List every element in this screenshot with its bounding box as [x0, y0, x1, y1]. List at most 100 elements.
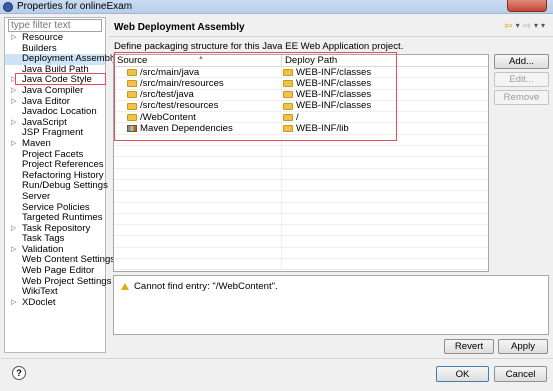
- help-icon[interactable]: ?: [12, 366, 26, 380]
- deploy-path: WEB-INF/lib: [296, 123, 349, 134]
- tree-item-label: JavaScript: [22, 116, 67, 128]
- tree-item[interactable]: JSP Fragment: [5, 128, 105, 139]
- empty-table-row: [114, 202, 488, 214]
- expand-arrow-icon[interactable]: ▷: [11, 118, 16, 129]
- empty-table-row: [114, 146, 488, 158]
- view-menu-icon[interactable]: ▾: [541, 21, 545, 32]
- empty-cell: [114, 134, 282, 146]
- source-cell: /src/test/java: [114, 89, 282, 100]
- page-header: Web Deployment Assembly ⇦ ▾ ⇨ ▾ ▾: [109, 17, 553, 37]
- tree-item-label: Javadoc Location: [22, 106, 97, 118]
- empty-cell: [114, 259, 282, 270]
- table-row[interactable]: /src/test/java WEB-INF/classes: [114, 89, 488, 101]
- table-row[interactable]: /src/main/resources WEB-INF/classes: [114, 78, 488, 90]
- table-row[interactable]: /WebContent /: [114, 112, 488, 124]
- tree-item-label: Deployment Assembly: [22, 53, 117, 65]
- empty-table-row: [114, 225, 488, 237]
- tree-item-label: Run/Debug Settings: [22, 180, 108, 192]
- empty-cell: [114, 247, 282, 259]
- folder-icon: [127, 113, 137, 121]
- empty-table-row: [114, 259, 488, 271]
- tree-item-label: Builders: [22, 42, 57, 54]
- deploy-cell: WEB-INF/lib: [282, 123, 488, 134]
- folder-icon: [283, 125, 293, 133]
- forward-arrow-icon[interactable]: ⇨: [523, 21, 531, 32]
- column-header-source-label: Source: [117, 55, 148, 66]
- tree-item[interactable]: ▷ XDoclet: [5, 297, 105, 309]
- revert-button[interactable]: Revert: [444, 339, 494, 354]
- deploy-path: WEB-INF/classes: [296, 67, 372, 78]
- empty-cell: [282, 135, 488, 145]
- empty-cell: [114, 213, 282, 225]
- folder-icon: [283, 91, 293, 99]
- problem-item: Cannot find entry: "/WebContent".: [121, 281, 278, 292]
- back-arrow-icon[interactable]: ⇦: [504, 21, 512, 32]
- filter-input[interactable]: [8, 19, 102, 32]
- eclipse-icon: [3, 1, 13, 12]
- tree-item-label: Maven: [22, 137, 51, 149]
- remove-button[interactable]: Remove: [494, 90, 549, 105]
- expand-arrow-icon[interactable]: ▷: [11, 245, 16, 256]
- footer-divider: [0, 358, 553, 359]
- properties-page: Web Deployment Assembly ⇦ ▾ ⇨ ▾ ▾ Define…: [109, 17, 553, 353]
- empty-cell: [282, 248, 488, 258]
- deploy-cell: WEB-INF/classes: [282, 67, 488, 77]
- table-row[interactable]: /src/test/resources WEB-INF/classes: [114, 100, 488, 113]
- expand-arrow-icon[interactable]: ▷: [11, 224, 16, 235]
- deployment-table[interactable]: Source ▲ Deploy Path /src/main/java WEB-I…: [113, 54, 489, 272]
- back-dropdown-icon[interactable]: ▾: [516, 21, 520, 32]
- empty-table-row: [114, 157, 488, 169]
- ok-button[interactable]: OK: [436, 366, 489, 382]
- expand-arrow-icon[interactable]: ▷: [11, 86, 16, 97]
- sort-caret-icon: ▲: [198, 55, 204, 61]
- library-icon: [127, 125, 137, 133]
- source-path: /src/test/java: [140, 89, 194, 100]
- selection-highlight-box: [15, 73, 106, 85]
- table-row[interactable]: Maven Dependencies WEB-INF/lib: [114, 123, 488, 135]
- tree-item-label: Project Facets: [22, 148, 84, 160]
- window-close-button[interactable]: [507, 0, 547, 12]
- apply-button[interactable]: Apply: [498, 339, 548, 354]
- page-navigation: ⇦ ▾ ⇨ ▾ ▾: [504, 21, 545, 32]
- tree-item-label: Task Repository: [22, 222, 91, 234]
- cancel-button[interactable]: Cancel: [494, 366, 547, 382]
- column-header-deploy-path[interactable]: Deploy Path: [282, 55, 488, 66]
- title-bar: Properties for onlineExam: [0, 0, 553, 14]
- empty-table-row: [114, 213, 488, 226]
- column-header-source[interactable]: Source ▲: [114, 55, 282, 66]
- expand-arrow-icon[interactable]: ▷: [11, 298, 16, 309]
- tree-item-label: Resource: [22, 32, 64, 43]
- tree-item-label: Web Page Editor: [22, 265, 95, 277]
- forward-dropdown-icon[interactable]: ▾: [534, 21, 538, 32]
- empty-cell: [282, 191, 488, 201]
- tree-item-label: Project References: [22, 159, 104, 171]
- problems-panel: Cannot find entry: "/WebContent".: [113, 275, 549, 335]
- edit-button[interactable]: Edit...: [494, 72, 549, 87]
- empty-cell: [114, 191, 282, 202]
- empty-cell: [282, 157, 488, 167]
- problem-message: Cannot find entry: "/WebContent".: [134, 281, 278, 292]
- empty-cell: [282, 214, 488, 224]
- tree-item-label: Web Project Settings: [22, 275, 112, 287]
- empty-cell: [282, 180, 488, 190]
- properties-nav-panel: ▷ ResourceBuildersDeployment Assembly Java…: [4, 17, 117, 353]
- expand-arrow-icon[interactable]: ▷: [11, 97, 16, 108]
- expand-arrow-icon[interactable]: ▷: [11, 33, 16, 44]
- empty-table-row: [114, 134, 488, 147]
- source-path: /WebContent: [140, 112, 196, 123]
- table-row[interactable]: /src/main/java WEB-INF/classes: [114, 67, 488, 79]
- empty-cell: [114, 168, 282, 179]
- empty-cell: [114, 157, 282, 168]
- column-header-deploy-label: Deploy Path: [285, 55, 338, 66]
- table-header: Source ▲ Deploy Path: [114, 55, 488, 67]
- empty-table-row: [114, 191, 488, 203]
- deploy-cell: /: [282, 112, 488, 122]
- folder-icon: [127, 79, 137, 87]
- tree-item-label: JSP Fragment: [22, 127, 84, 139]
- empty-cell: [282, 203, 488, 213]
- tree-item-label: Server: [22, 190, 51, 202]
- expand-arrow-icon[interactable]: ▷: [11, 139, 16, 150]
- tree-item[interactable]: Run/Debug Settings: [5, 180, 108, 192]
- folder-icon: [127, 102, 137, 110]
- add-button[interactable]: Add...: [494, 54, 549, 69]
